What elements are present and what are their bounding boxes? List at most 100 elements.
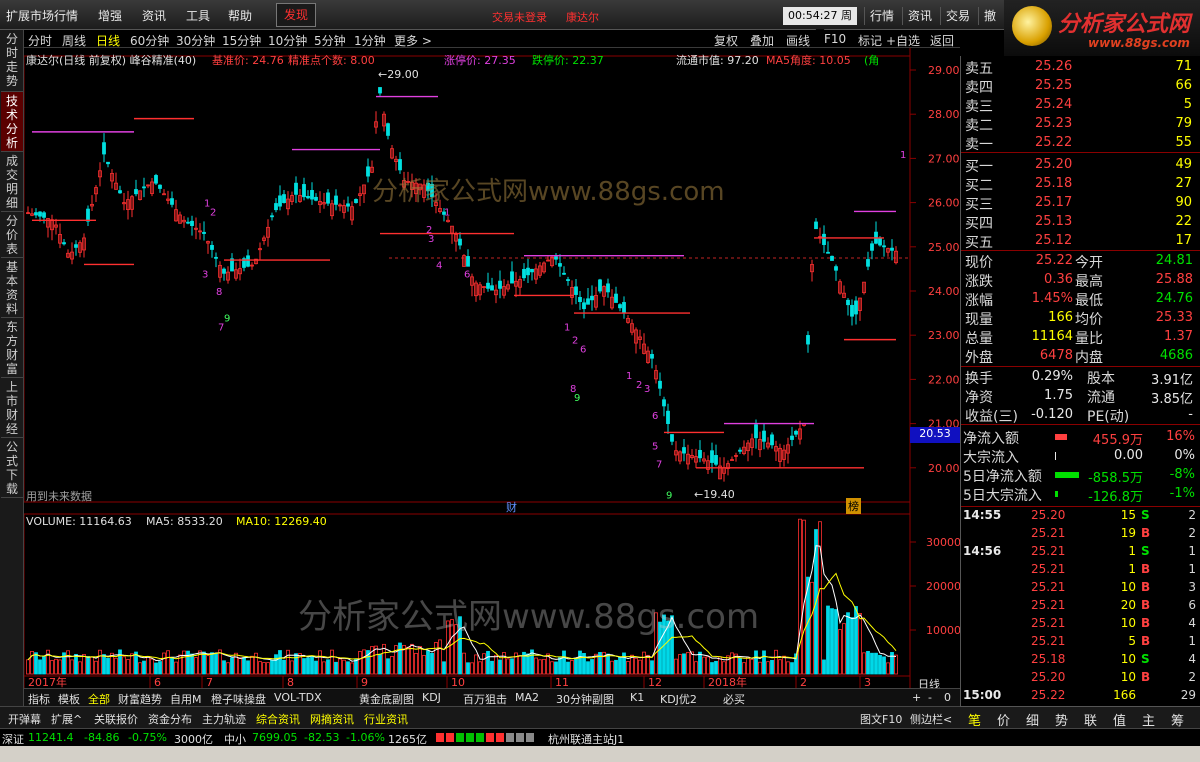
mark-button[interactable]: 标记	[858, 32, 882, 49]
menu-news[interactable]: 资讯	[142, 7, 166, 24]
volume-bar	[826, 605, 830, 675]
discover-tab[interactable]: 发现	[276, 3, 316, 27]
period-more[interactable]: 更多 >	[394, 32, 432, 49]
quote-button[interactable]: 行情	[864, 7, 894, 25]
right-tab[interactable]: 筹	[1171, 710, 1184, 729]
f10-button[interactable]: F10	[824, 32, 846, 46]
volume-bar	[350, 662, 354, 675]
tab-trade-details[interactable]: 成交明细	[1, 152, 23, 212]
volume-bar	[506, 658, 510, 675]
right-tab[interactable]: 联	[1084, 710, 1097, 729]
tick-volume: 10	[1120, 652, 1136, 666]
period-30min[interactable]: 30分钟	[176, 32, 215, 49]
tab-eastmoney[interactable]: 东方财富	[1, 318, 23, 378]
news-button[interactable]: 资讯	[902, 7, 932, 25]
indicator-zoom-control[interactable]: 0	[944, 691, 951, 704]
indicator-tab[interactable]: MA2	[515, 691, 539, 704]
f10-text-button[interactable]: 图文F10	[860, 711, 902, 727]
financial-badge[interactable]: 财	[506, 499, 517, 515]
market-breadth-block	[436, 733, 444, 742]
volume-bar	[118, 649, 122, 675]
indicator-tab[interactable]: VOL-TDX	[274, 691, 322, 704]
indicator-tab[interactable]: K1	[630, 691, 644, 704]
cancel-order-button[interactable]: 撤	[978, 7, 996, 25]
right-tab[interactable]: 笔	[968, 710, 981, 729]
menu-help[interactable]: 帮助	[228, 7, 252, 24]
indicator-tab[interactable]: 自用M	[170, 691, 202, 707]
function-button[interactable]: 行业资讯	[364, 711, 408, 727]
right-tab[interactable]: 细	[1026, 710, 1039, 729]
period-15min[interactable]: 15分钟	[222, 32, 261, 49]
period-10min[interactable]: 10分钟	[268, 32, 307, 49]
overlay-button[interactable]: 叠加	[750, 32, 774, 49]
stat-label: 现价	[965, 255, 993, 271]
adjust-button[interactable]: 复权	[714, 32, 738, 49]
tab-price-table[interactable]: 分价表	[1, 212, 23, 258]
sidebar-toggle[interactable]: 侧边栏<	[910, 711, 952, 727]
volume-bar	[706, 656, 710, 675]
function-button[interactable]: 资金分布	[148, 711, 192, 727]
tab-basic-info[interactable]: 基本资料	[1, 258, 23, 318]
tick-price: 25.21	[1031, 526, 1066, 540]
indicator-tab[interactable]: 30分钟副图	[556, 691, 614, 707]
indicator-tab[interactable]: 全部	[88, 691, 110, 707]
function-button[interactable]: 关联报价	[94, 711, 138, 727]
draw-line-button[interactable]: 画线	[786, 32, 810, 49]
tab-formula-download[interactable]: 公式下载	[1, 438, 23, 498]
ranking-badge[interactable]: 榜	[846, 498, 861, 514]
period-intraday[interactable]: 分时	[28, 32, 52, 49]
kline-chart[interactable]: 29.00 28.00 27.00 26.00 25.00 24.00 23.00 22.00…	[24, 48, 960, 688]
indicator-zoom-control[interactable]: +	[912, 691, 921, 704]
indicator-tab[interactable]: 指标	[28, 691, 50, 707]
volume-bar	[166, 650, 170, 675]
peak-valley-marker: 4	[436, 260, 442, 271]
volume-bar	[638, 659, 642, 675]
candle-body	[738, 449, 742, 452]
volume-bar	[398, 642, 402, 675]
period-60min[interactable]: 60分钟	[130, 32, 169, 49]
trade-button[interactable]: 交易	[940, 7, 970, 25]
menu-tools[interactable]: 工具	[186, 7, 210, 24]
indicator-tab[interactable]: 模板	[58, 691, 80, 707]
back-button[interactable]: 返回	[930, 32, 954, 49]
function-button[interactable]: 主力轨迹	[202, 711, 246, 727]
login-status[interactable]: 交易未登录	[492, 9, 547, 25]
indicator-tab[interactable]: 必买	[723, 691, 745, 707]
tick-volume: 10	[1120, 670, 1136, 684]
right-tab[interactable]: 势	[1055, 710, 1068, 729]
right-tab[interactable]: 价	[997, 710, 1010, 729]
volume-bar	[138, 662, 142, 675]
indicator-zoom-control[interactable]: -	[928, 691, 932, 704]
add-favorite-button[interactable]: +自选	[886, 32, 920, 49]
candle-body	[102, 142, 106, 155]
indicator-tab[interactable]: KDJ优2	[660, 691, 697, 707]
right-tab[interactable]: 主	[1142, 710, 1155, 729]
indicator-tab[interactable]: 百万狙击	[463, 691, 507, 707]
tick-count: 2	[1188, 508, 1196, 522]
indicator-tab[interactable]: 财富趋势	[118, 691, 162, 707]
indicator-tab[interactable]: KDJ	[422, 691, 441, 704]
period-5min[interactable]: 5分钟	[314, 32, 346, 49]
tick-count: 4	[1188, 616, 1196, 630]
function-button[interactable]: 开弹幕	[8, 711, 41, 727]
ma5-angle-label: MA5角度: 10.05	[766, 54, 851, 67]
ask-volume: 79	[1175, 116, 1192, 131]
function-button[interactable]: 综合资讯	[256, 711, 300, 727]
volume-bar	[162, 652, 166, 675]
menu-enhance[interactable]: 增强	[98, 7, 122, 24]
menu-extended-market[interactable]: 扩展市场行情	[6, 7, 78, 24]
function-button[interactable]: 网摘资讯	[310, 711, 354, 727]
right-tab[interactable]: 值	[1113, 710, 1126, 729]
site-logo: 分析家公式网 www.88gs.com	[1004, 0, 1200, 56]
tab-technical-analysis[interactable]: 技术分析	[1, 92, 23, 152]
tab-listed-finance[interactable]: 上市财经	[1, 378, 23, 438]
period-weekly[interactable]: 周线	[62, 32, 86, 49]
function-button[interactable]: 扩展^	[51, 711, 82, 727]
period-daily[interactable]: 日线	[96, 32, 120, 49]
period-1min[interactable]: 1分钟	[354, 32, 386, 49]
indicator-tab[interactable]: 黄金底副图	[359, 691, 414, 707]
tab-intraday[interactable]: 分时走势	[1, 30, 23, 92]
money-flow-percent: 16%	[1166, 429, 1195, 444]
stat-value: -0.120	[1031, 407, 1073, 422]
indicator-tab[interactable]: 橙子味操盘	[211, 691, 266, 707]
